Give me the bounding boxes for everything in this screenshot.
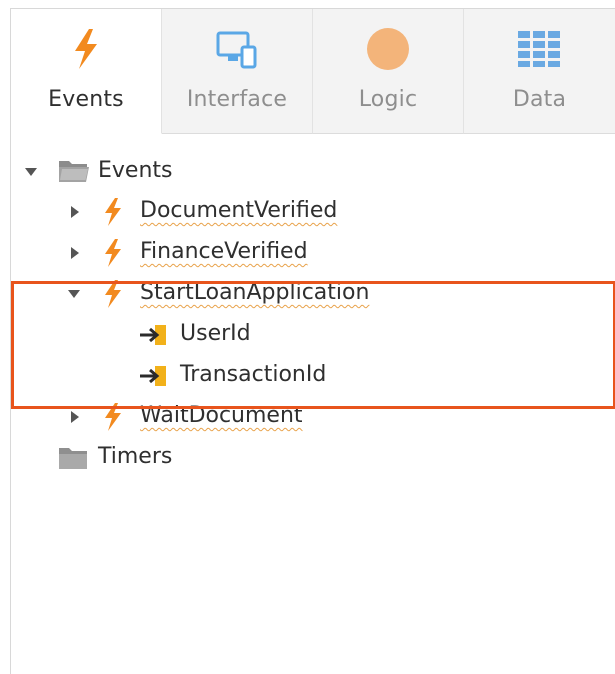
- expand-arrow-right-icon[interactable]: [71, 411, 79, 423]
- expand-arrow-down-icon[interactable]: [25, 168, 37, 176]
- expand-arrow-down-icon[interactable]: [68, 290, 80, 298]
- timers-folder-label: Timers: [98, 444, 173, 469]
- tab-logic-label: Logic: [358, 87, 418, 112]
- event-label: DocumentVerified: [140, 198, 338, 223]
- lightning-icon: [62, 25, 110, 73]
- input-parameter-icon: [138, 364, 168, 388]
- events-panel: Events Interface Logic Data Events Docum…: [10, 8, 615, 674]
- lightning-icon: [101, 402, 125, 432]
- tree-node-waitdocument[interactable]: WaitDocument: [11, 397, 611, 437]
- logic-circle-icon: [364, 25, 412, 73]
- tree-node-startloanapplication[interactable]: StartLoanApplication: [11, 274, 611, 314]
- tree-node-transactionid[interactable]: TransactionId: [11, 356, 611, 396]
- folder-icon: [57, 445, 89, 471]
- expand-arrow-right-icon[interactable]: [71, 247, 79, 259]
- tree-node-userid[interactable]: UserId: [11, 315, 611, 355]
- event-label: WaitDocument: [140, 403, 303, 428]
- tab-logic[interactable]: Logic: [313, 9, 464, 134]
- parameter-label: UserId: [180, 321, 251, 346]
- folder-open-icon: [57, 158, 91, 184]
- tab-events[interactable]: Events: [11, 9, 162, 134]
- tab-events-label: Events: [48, 87, 124, 112]
- tab-data-label: Data: [512, 87, 567, 112]
- tree-node-documentverified[interactable]: DocumentVerified: [11, 192, 611, 232]
- tab-data[interactable]: Data: [464, 9, 615, 134]
- tree-node-financeverified[interactable]: FinanceVerified: [11, 233, 611, 273]
- tab-bar: Events Interface Logic Data: [11, 9, 615, 134]
- tab-interface[interactable]: Interface: [162, 9, 313, 134]
- data-grid-icon: [515, 25, 563, 73]
- event-label: FinanceVerified: [140, 239, 308, 264]
- tree-node-timers-folder[interactable]: Timers: [11, 438, 611, 478]
- input-parameter-icon: [138, 323, 168, 347]
- expand-arrow-right-icon[interactable]: [71, 206, 79, 218]
- lightning-icon: [101, 238, 125, 268]
- lightning-icon: [101, 279, 125, 309]
- parameter-label: TransactionId: [180, 362, 327, 387]
- lightning-icon: [101, 197, 125, 227]
- tab-interface-label: Interface: [186, 87, 288, 112]
- event-label: StartLoanApplication: [140, 280, 370, 305]
- events-folder-label: Events: [98, 158, 173, 183]
- tree-node-events-folder[interactable]: Events: [11, 152, 611, 192]
- devices-icon: [213, 25, 261, 73]
